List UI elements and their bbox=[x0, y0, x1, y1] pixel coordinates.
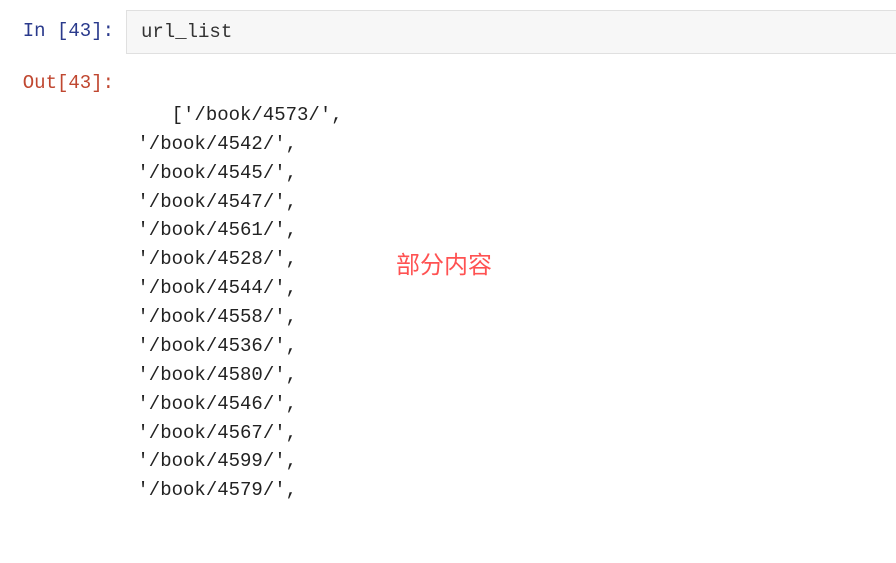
input-prompt: In [43]: bbox=[0, 10, 126, 42]
input-cell: In [43]: url_list bbox=[0, 10, 896, 54]
code-text: url_list bbox=[141, 21, 232, 43]
output-text: ['/book/4573/', '/book/4542/', '/book/45… bbox=[126, 104, 343, 501]
annotation-label: 部分内容 bbox=[396, 248, 492, 284]
code-input[interactable]: url_list bbox=[126, 10, 896, 54]
input-prompt-label: In [43]: bbox=[23, 20, 114, 42]
output-prompt-label: Out[43]: bbox=[23, 72, 114, 94]
output-area: ['/book/4573/', '/book/4542/', '/book/45… bbox=[126, 62, 896, 563]
output-prompt: Out[43]: bbox=[0, 62, 126, 94]
output-cell: Out[43]: ['/book/4573/', '/book/4542/', … bbox=[0, 62, 896, 563]
